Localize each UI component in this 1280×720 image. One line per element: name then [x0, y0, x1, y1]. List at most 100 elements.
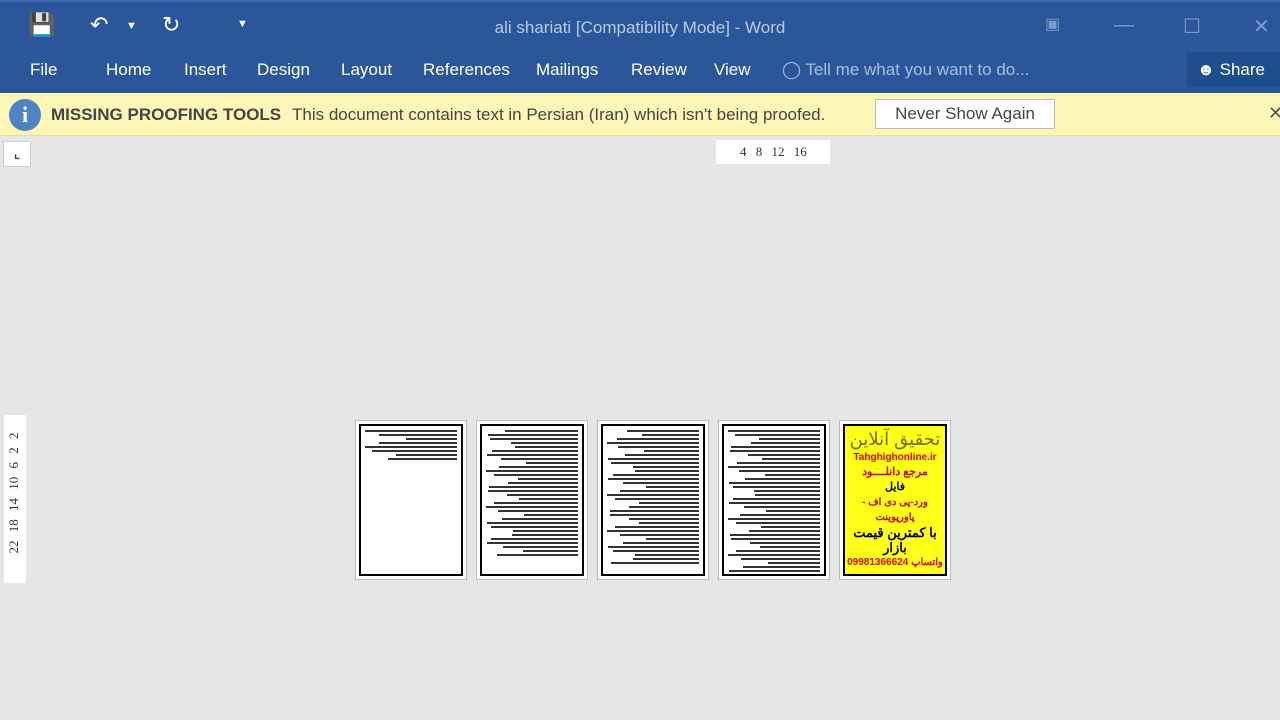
text-line	[754, 490, 820, 492]
text-line	[487, 434, 578, 436]
ad-title: تحقیق آنلاین	[849, 429, 941, 449]
text-line	[501, 458, 578, 460]
text-line	[622, 542, 699, 544]
minimize-icon[interactable]: —	[1114, 14, 1134, 37]
text-line	[728, 570, 820, 572]
text-line	[503, 546, 578, 548]
text-line	[639, 522, 699, 524]
never-show-again-button[interactable]: Never Show Again	[875, 99, 1055, 129]
text-line	[767, 562, 820, 564]
tab-layout[interactable]: Layout	[341, 60, 392, 80]
page-thumbnail-2[interactable]	[476, 420, 588, 580]
tab-mailings[interactable]: Mailings	[536, 60, 598, 80]
tab-insert[interactable]: Insert	[184, 60, 227, 80]
text-line	[750, 542, 820, 544]
text-line	[488, 486, 578, 488]
text-line	[741, 558, 820, 560]
text-line	[619, 534, 699, 536]
tab-home[interactable]: Home	[106, 60, 151, 80]
text-line	[513, 530, 578, 532]
text-line	[635, 554, 699, 556]
text-line	[744, 506, 820, 508]
text-line	[643, 450, 699, 452]
text-line	[490, 438, 578, 440]
text-line	[755, 494, 820, 496]
page-thumbnail-3[interactable]	[597, 420, 709, 580]
tab-view[interactable]: View	[714, 60, 751, 80]
text-line	[498, 510, 578, 512]
text-line	[502, 518, 578, 520]
text-line	[728, 518, 820, 520]
tab-review[interactable]: Review	[631, 60, 687, 80]
lightbulb-icon: ◯	[782, 60, 802, 79]
text-line	[507, 494, 578, 496]
message-title: MISSING PROOFING TOOLS	[51, 105, 282, 124]
text-line	[641, 434, 699, 436]
text-line	[406, 438, 457, 440]
ad-phone: 09981366624 واتساپ	[847, 557, 943, 568]
text-line	[379, 434, 457, 436]
text-line	[765, 474, 820, 476]
text-line	[519, 498, 578, 500]
text-line	[491, 526, 578, 528]
share-button[interactable]: ☻ Share	[1187, 52, 1280, 87]
text-line	[628, 518, 699, 520]
text-line	[525, 462, 578, 464]
text-line	[508, 482, 578, 484]
page-thumbnail-4[interactable]	[718, 420, 830, 580]
maximize-icon[interactable]: ☐	[1183, 14, 1201, 39]
ad-line: ورد-پی دی اف - پاورپوینت	[862, 497, 928, 523]
tab-file[interactable]: File	[30, 60, 57, 80]
page-thumbnail-5[interactable]: تحقیق آنلاین Tahghighonline.ir مرجع دانل…	[839, 420, 951, 580]
text-line	[395, 454, 457, 456]
text-line	[759, 546, 820, 548]
text-line	[743, 566, 820, 568]
page-thumbnail-1[interactable]	[355, 420, 467, 580]
text-line	[371, 450, 457, 452]
text-line	[607, 494, 699, 496]
text-line	[523, 550, 578, 552]
text-line	[739, 470, 820, 472]
text-line	[758, 438, 820, 440]
text-line	[494, 502, 578, 504]
tell-me-search[interactable]: ◯ Tell me what you want to do...	[782, 60, 1029, 80]
text-line	[365, 430, 457, 432]
text-line	[608, 458, 699, 460]
text-line	[734, 434, 820, 436]
vertical-ruler[interactable]: 22 18 14 10 6 2 2	[4, 415, 26, 583]
text-line	[730, 534, 820, 536]
text-line	[612, 474, 699, 476]
text-line	[626, 430, 699, 432]
message-bar: i MISSING PROOFING TOOLS This document c…	[0, 93, 1280, 136]
text-line	[609, 514, 699, 516]
text-line	[524, 514, 578, 516]
ad-line: مرجع دانلــــود	[862, 466, 928, 478]
tab-selector[interactable]: ⌞	[3, 141, 31, 167]
tab-references[interactable]: References	[423, 60, 510, 80]
text-line	[486, 470, 578, 472]
ad-line: فایل	[884, 481, 905, 493]
text-line	[517, 478, 578, 480]
text-line	[628, 506, 699, 508]
text-line	[624, 454, 699, 456]
text-line	[615, 526, 699, 528]
text-line	[728, 502, 820, 504]
text-line	[728, 554, 820, 556]
close-message-icon[interactable]: ✕	[1268, 103, 1280, 124]
close-icon[interactable]: ✕	[1253, 14, 1270, 39]
text-line	[512, 534, 578, 536]
text-line	[639, 502, 699, 504]
text-line	[607, 478, 699, 480]
text-line	[611, 462, 699, 464]
vertical-ruler-labels: 22 18 14 10 6 2 2	[6, 432, 21, 554]
text-line	[607, 530, 699, 532]
text-line	[632, 558, 699, 560]
title-bar: 💾 ↶ ▼ ↻ ▼ ali shariati [Compatibility Mo…	[0, 0, 1280, 93]
text-line	[378, 442, 457, 444]
text-line	[615, 498, 699, 500]
ribbon-display-icon[interactable]: ▣	[1045, 14, 1060, 34]
text-line	[728, 466, 820, 468]
text-line	[488, 490, 578, 492]
tab-design[interactable]: Design	[257, 60, 310, 80]
horizontal-ruler[interactable]: 4 8 12 16	[716, 140, 830, 164]
